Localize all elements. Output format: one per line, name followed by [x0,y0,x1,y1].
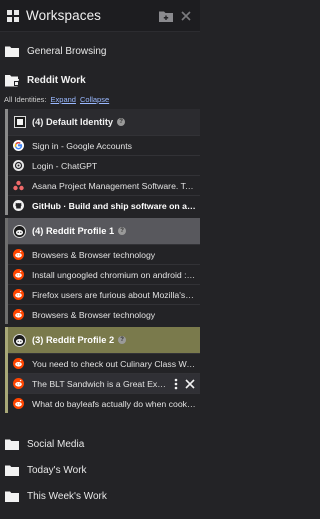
identity-group-header[interactable]: (4) Default Identity ? [8,109,200,135]
reddit-icon [13,378,24,389]
folder-label: Today's Work [27,464,87,476]
folder-this-weeks-work[interactable]: This Week's Work [0,483,200,509]
tab-title: The BLT Sandwich is a Great Exam... [32,378,171,389]
tab-item[interactable]: Login - ChatGPT [8,155,200,175]
identity-square-icon [13,116,26,129]
tab-actions [171,377,200,391]
reddit-icon [13,398,24,409]
more-options-icon[interactable] [171,377,181,391]
reddit-profile-icon [13,333,26,347]
reddit-profile-icon [13,224,26,238]
tab-item[interactable]: What do bayleafs actually do when cookin… [8,393,200,413]
folder-reddit-work-title[interactable]: Reddit Work [0,68,200,92]
identity-group-name: (4) Default Identity [32,117,114,127]
tab-title: Sign in - Google Accounts [32,140,132,151]
workspaces-grid-icon [6,9,20,23]
folder-social-media[interactable]: Social Media [0,431,200,457]
folder-label: General Browsing [27,45,107,57]
tab-item[interactable]: Firefox users are furious about Mozilla'… [8,284,200,304]
identity-group-reddit-profile-1: (4) Reddit Profile 1 ? Browsers & Browse… [5,218,200,324]
reddit-icon [13,309,24,320]
expand-link[interactable]: Expand [51,95,76,104]
folder-icon [5,45,19,57]
folder-label: Social Media [27,438,85,450]
tab-title: Login - ChatGPT [32,160,98,171]
asana-icon [13,180,24,191]
tab-title: You need to check out Culinary Class War… [32,358,200,369]
help-icon[interactable]: ? [118,227,127,235]
panel-title: Workspaces [26,8,102,23]
folder-icon [5,490,19,502]
tab-item[interactable]: Install ungoogled chromium on android : … [8,264,200,284]
identity-group-name: (4) Reddit Profile 1 [32,226,115,236]
tab-title: Asana Project Management Software. Tea..… [32,180,200,191]
close-icon[interactable] [178,8,194,24]
bottom-folders: Social Media Today's Work This Week's Wo… [0,431,200,509]
tab-title: Install ungoogled chromium on android : … [32,269,199,280]
folder-label: Reddit Work [27,74,86,86]
tab-title: Browsers & Browser technology [32,309,156,320]
reddit-icon [13,249,24,260]
folder-plus-icon[interactable] [158,8,174,24]
folder-reddit-work: Reddit Work All Identities: Expand Colla… [0,68,200,413]
tab-item[interactable]: Browsers & Browser technology [8,304,200,324]
folder-label: This Week's Work [27,490,107,502]
identity-group-header[interactable]: (4) Reddit Profile 1 ? [8,218,200,244]
openai-icon [13,160,24,171]
identity-group-name: (3) Reddit Profile 2 [32,335,115,345]
tab-item-hovered[interactable]: The BLT Sandwich is a Great Exam... [8,373,200,393]
tab-item[interactable]: Browsers & Browser technology [8,244,200,264]
tab-title: Browsers & Browser technology [32,249,156,260]
reddit-icon [13,289,24,300]
workspaces-panel: Workspaces General Browsing Reddit Work … [0,0,200,519]
reddit-icon [13,269,24,280]
tab-title: GitHub · Build and ship software on a si… [32,200,200,211]
identity-group-header[interactable]: (3) Reddit Profile 2 ? [8,327,200,353]
folder-general-browsing[interactable]: General Browsing [0,40,200,62]
tab-item[interactable]: You need to check out Culinary Class War… [8,353,200,373]
identities-label: All Identities: [4,94,47,104]
help-icon[interactable]: ? [118,336,127,344]
tab-item[interactable]: Asana Project Management Software. Tea..… [8,175,200,195]
close-tab-icon[interactable] [184,378,196,390]
folder-todays-work[interactable]: Today's Work [0,457,200,483]
panel-header: Workspaces [0,0,200,32]
identities-controls: All Identities: Expand Collapse [0,92,200,106]
tab-title: Firefox users are furious about Mozilla'… [32,289,200,300]
identity-group-default: (4) Default Identity ? Sign in - Google … [5,109,200,215]
tab-item-active[interactable]: GitHub · Build and ship software on a si… [8,195,200,215]
help-icon[interactable]: ? [117,118,126,126]
tab-title: What do bayleafs actually do when cookin… [32,398,200,409]
collapse-link[interactable]: Collapse [80,95,109,104]
folder-open-icon [5,74,19,87]
github-icon [13,200,24,211]
folder-icon [5,438,19,450]
folder-icon [5,464,19,476]
tab-item[interactable]: Sign in - Google Accounts [8,135,200,155]
google-icon [13,140,24,151]
reddit-icon [13,358,24,369]
identity-group-reddit-profile-2: (3) Reddit Profile 2 ? You need to check… [5,327,200,413]
